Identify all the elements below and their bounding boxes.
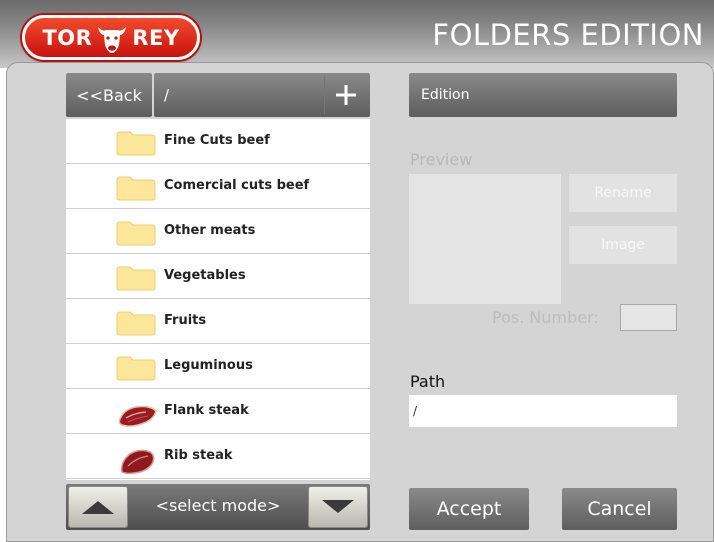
back-button[interactable]: <<Back [66, 73, 152, 117]
path-label: Path [410, 372, 446, 391]
folder-icon [116, 311, 156, 336]
list-item-label: Flank steak [164, 403, 249, 418]
preview-label: Preview [410, 150, 473, 169]
folder-icon [116, 266, 156, 291]
rename-button[interactable]: Rename [569, 174, 677, 212]
triangle-down-icon [322, 500, 354, 513]
page-title: FOLDERS EDITION [432, 18, 704, 52]
plus-icon [335, 85, 356, 105]
add-folder-button[interactable] [324, 76, 366, 114]
path-field[interactable]: / [409, 395, 677, 427]
list-item[interactable]: Rib steak [66, 434, 370, 479]
cancel-button[interactable]: Cancel [562, 488, 677, 530]
list-item-label: Other meats [164, 223, 256, 238]
logo-text-right: REY [132, 25, 180, 50]
select-mode-button[interactable]: <select mode> [132, 496, 304, 515]
list-item-label: Vegetables [164, 268, 246, 283]
list-item[interactable]: Flank steak [66, 389, 370, 434]
list-navigation-bar: <select mode> [66, 484, 370, 530]
list-item-label: Fine Cuts beef [164, 133, 270, 148]
meat-icon [118, 405, 157, 427]
list-item[interactable]: Leguminous [66, 344, 370, 389]
scroll-up-button[interactable] [68, 486, 128, 528]
accept-button[interactable]: Accept [409, 488, 529, 530]
meat-icon [120, 449, 155, 474]
list-item-label: Rib steak [164, 448, 233, 463]
list-item[interactable]: Other meats [66, 209, 370, 254]
logo-text-left: TOR [42, 25, 93, 50]
path-value: / [413, 404, 418, 418]
torrey-logo: TOR REY [22, 15, 200, 60]
pos-number-label: Pos. Number: [492, 308, 599, 327]
edition-header: Edition [409, 73, 677, 117]
list-item-label: Leguminous [164, 358, 253, 373]
image-button[interactable]: Image [569, 226, 677, 264]
list-item[interactable]: Fine Cuts beef [66, 119, 370, 164]
triangle-up-icon [82, 501, 114, 514]
list-item-label: Comercial cuts beef [164, 178, 310, 193]
scroll-down-button[interactable] [308, 486, 368, 528]
list-item[interactable]: Fruits [66, 299, 370, 344]
list-item[interactable]: Comercial cuts beef [66, 164, 370, 209]
preview-image-area [409, 174, 561, 304]
current-path-text: / [164, 86, 170, 104]
folder-icon [116, 356, 156, 381]
folder-icon [116, 221, 156, 246]
list-item-label: Fruits [164, 313, 207, 328]
bull-head-icon [98, 26, 127, 53]
app-header: TOR REY FOLDERS EDITION [0, 0, 714, 68]
list-item[interactable]: Vegetables [66, 254, 370, 299]
folder-list: Fine Cuts beef Comercial cuts beef Other… [66, 119, 370, 480]
folder-icon [116, 131, 156, 156]
folder-icon [116, 176, 156, 201]
pos-number-field[interactable] [620, 304, 677, 331]
